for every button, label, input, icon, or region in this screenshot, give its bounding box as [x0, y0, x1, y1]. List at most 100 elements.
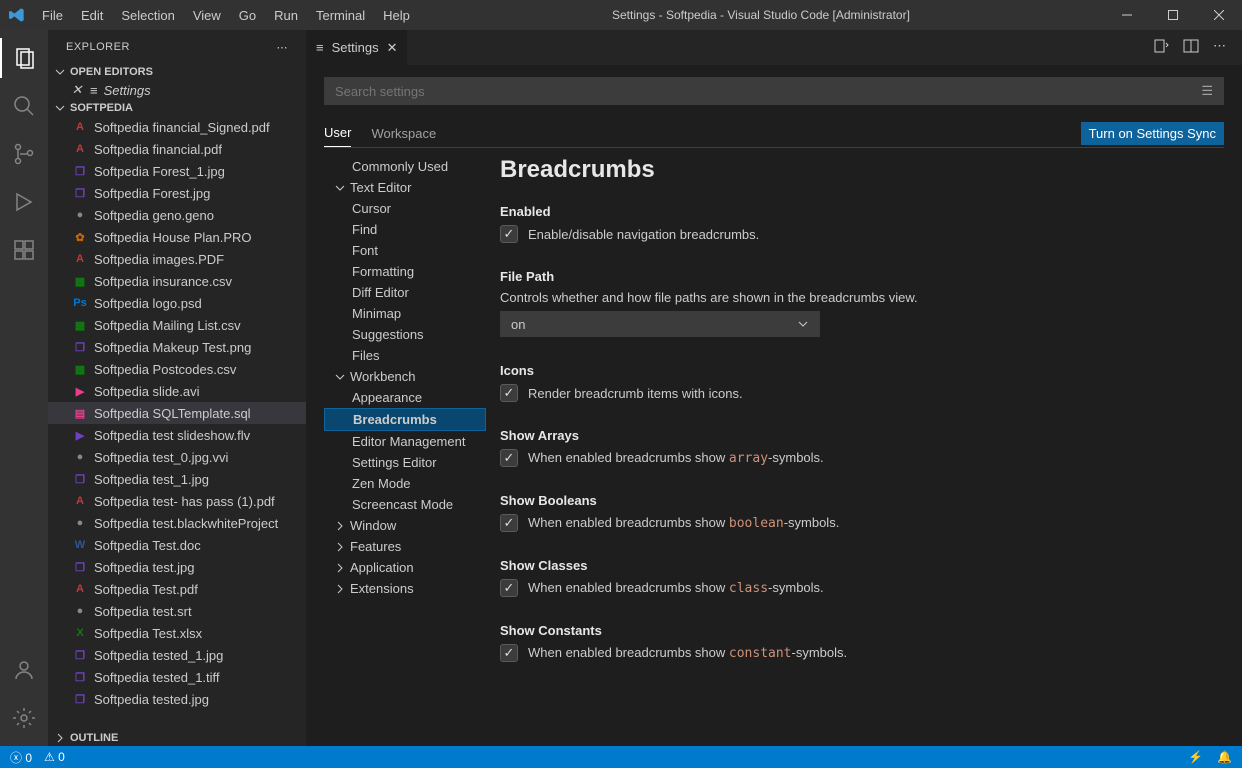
toc-item[interactable]: Breadcrumbs	[324, 408, 486, 431]
toc-text-editor[interactable]: Text Editor	[324, 177, 486, 198]
file-row[interactable]: ✿Softpedia House Plan.PRO	[48, 226, 306, 248]
search-input[interactable]	[335, 84, 1201, 99]
file-row[interactable]: ❐Softpedia tested.jpg	[48, 688, 306, 710]
close-button[interactable]	[1196, 0, 1242, 30]
filter-icon[interactable]: ☰	[1201, 83, 1213, 99]
toc-item[interactable]: Diff Editor	[324, 282, 486, 303]
split-editor-icon[interactable]	[1183, 38, 1199, 57]
maximize-button[interactable]	[1150, 0, 1196, 30]
scope-user[interactable]: User	[324, 119, 351, 147]
menu-view[interactable]: View	[185, 4, 229, 27]
file-row[interactable]: ●Softpedia test.blackwhiteProject	[48, 512, 306, 534]
notifications-icon[interactable]: 🔔	[1217, 750, 1232, 764]
toc-item[interactable]: Settings Editor	[324, 452, 486, 473]
toc-item[interactable]: Screencast Mode	[324, 494, 486, 515]
menu-file[interactable]: File	[34, 4, 71, 27]
toc-item[interactable]: Font	[324, 240, 486, 261]
checkbox-arrays[interactable]	[500, 449, 518, 467]
setting-show-booleans: Show Booleans When enabled breadcrumbs s…	[500, 493, 1222, 532]
file-row[interactable]: ❐Softpedia tested_1.jpg	[48, 644, 306, 666]
file-row[interactable]: ASoftpedia financial.pdf	[48, 138, 306, 160]
menu-go[interactable]: Go	[231, 4, 264, 27]
file-row[interactable]: PsSoftpedia logo.psd	[48, 292, 306, 314]
toc-item[interactable]: Minimap	[324, 303, 486, 324]
file-row[interactable]: ASoftpedia test- has pass (1).pdf	[48, 490, 306, 512]
file-row[interactable]: ❐Softpedia Makeup Test.png	[48, 336, 306, 358]
file-row[interactable]: ASoftpedia images.PDF	[48, 248, 306, 270]
toc-window[interactable]: Window	[324, 515, 486, 536]
open-editor-item[interactable]: ✕ ≡ Settings	[48, 80, 306, 100]
more-icon[interactable]: ⋯	[277, 41, 289, 54]
activity-settings[interactable]	[0, 698, 48, 738]
file-row[interactable]: ❐Softpedia tested_1.tiff	[48, 666, 306, 688]
file-row[interactable]: ●Softpedia test.srt	[48, 600, 306, 622]
activity-source-control[interactable]	[0, 134, 48, 174]
file-row[interactable]: ❐Softpedia test_1.jpg	[48, 468, 306, 490]
menu-terminal[interactable]: Terminal	[308, 4, 373, 27]
file-name: Softpedia tested.jpg	[94, 692, 209, 707]
toc-item[interactable]: Editor Management	[324, 431, 486, 452]
checkbox-enabled[interactable]	[500, 225, 518, 243]
minimize-button[interactable]	[1104, 0, 1150, 30]
activity-explorer[interactable]	[0, 38, 48, 78]
menu-selection[interactable]: Selection	[113, 4, 182, 27]
checkbox-icons[interactable]	[500, 384, 518, 402]
activity-extensions[interactable]	[0, 230, 48, 270]
close-icon[interactable]: ✕	[70, 82, 84, 98]
file-row[interactable]: ●Softpedia geno.geno	[48, 204, 306, 226]
file-row[interactable]: ❐Softpedia Forest_1.jpg	[48, 160, 306, 182]
settings-search[interactable]: ☰	[324, 77, 1224, 105]
file-row[interactable]: ▦Softpedia Postcodes.csv	[48, 358, 306, 380]
toc-item[interactable]: Find	[324, 219, 486, 240]
checkbox-constants[interactable]	[500, 644, 518, 662]
toc-application[interactable]: Application	[324, 557, 486, 578]
scope-workspace[interactable]: Workspace	[371, 120, 436, 147]
select-filepath[interactable]: on	[500, 311, 820, 337]
more-icon[interactable]: ⋯	[1213, 38, 1226, 57]
folder-section[interactable]: SOFTPEDIA	[48, 100, 306, 116]
activity-account[interactable]	[0, 650, 48, 690]
checkbox-classes[interactable]	[500, 579, 518, 597]
feedback-icon[interactable]: ⚡	[1188, 750, 1203, 764]
close-icon[interactable]: ✕	[387, 40, 398, 56]
file-row[interactable]: ●Softpedia test_0.jpg.vvi	[48, 446, 306, 468]
statusbar: ⓧ 0 ⚠ 0 ⚡ 🔔	[0, 746, 1242, 768]
menu-edit[interactable]: Edit	[73, 4, 111, 27]
activity-search[interactable]	[0, 86, 48, 126]
file-row[interactable]: XSoftpedia Test.xlsx	[48, 622, 306, 644]
file-row[interactable]: ▦Softpedia insurance.csv	[48, 270, 306, 292]
toc-workbench[interactable]: Workbench	[324, 366, 486, 387]
file-row[interactable]: ❐Softpedia test.jpg	[48, 556, 306, 578]
toc-item[interactable]: Appearance	[324, 387, 486, 408]
file-row[interactable]: ASoftpedia financial_Signed.pdf	[48, 116, 306, 138]
toc-item[interactable]: Zen Mode	[324, 473, 486, 494]
toc-item[interactable]: Cursor	[324, 198, 486, 219]
menu-help[interactable]: Help	[375, 4, 418, 27]
toc-features[interactable]: Features	[324, 536, 486, 557]
menu-run[interactable]: Run	[266, 4, 306, 27]
file-row[interactable]: ▶Softpedia slide.avi	[48, 380, 306, 402]
file-row[interactable]: WSoftpedia Test.doc	[48, 534, 306, 556]
file-row[interactable]: ❐Softpedia Forest.jpg	[48, 182, 306, 204]
toc-commonly-used[interactable]: Commonly Used	[324, 156, 486, 177]
status-warnings[interactable]: ⚠ 0	[44, 750, 65, 764]
file-row[interactable]: ▤Softpedia SQLTemplate.sql	[48, 402, 306, 424]
toc-item[interactable]: Formatting	[324, 261, 486, 282]
file-row[interactable]: ASoftpedia Test.pdf	[48, 578, 306, 600]
activity-run[interactable]	[0, 182, 48, 222]
file-name: Softpedia tested_1.tiff	[94, 670, 220, 685]
toc-item[interactable]: Suggestions	[324, 324, 486, 345]
toc-extensions[interactable]: Extensions	[324, 578, 486, 599]
status-errors[interactable]: ⓧ 0	[10, 749, 32, 766]
toc-item[interactable]: Files	[324, 345, 486, 366]
file-row[interactable]: ▶Softpedia test slideshow.flv	[48, 424, 306, 446]
file-row[interactable]: ▦Softpedia Mailing List.csv	[48, 314, 306, 336]
open-editors-section[interactable]: OPEN EDITORS	[48, 64, 306, 80]
checkbox-booleans[interactable]	[500, 514, 518, 532]
editor-actions: ⋯	[1153, 38, 1242, 57]
outline-section[interactable]: OUTLINE	[48, 730, 306, 746]
settings-sync-button[interactable]: Turn on Settings Sync	[1081, 122, 1224, 145]
open-settings-json-icon[interactable]	[1153, 38, 1169, 57]
tab-settings[interactable]: ≡ Settings ✕	[306, 30, 407, 65]
file-icon: ▦	[72, 273, 88, 289]
